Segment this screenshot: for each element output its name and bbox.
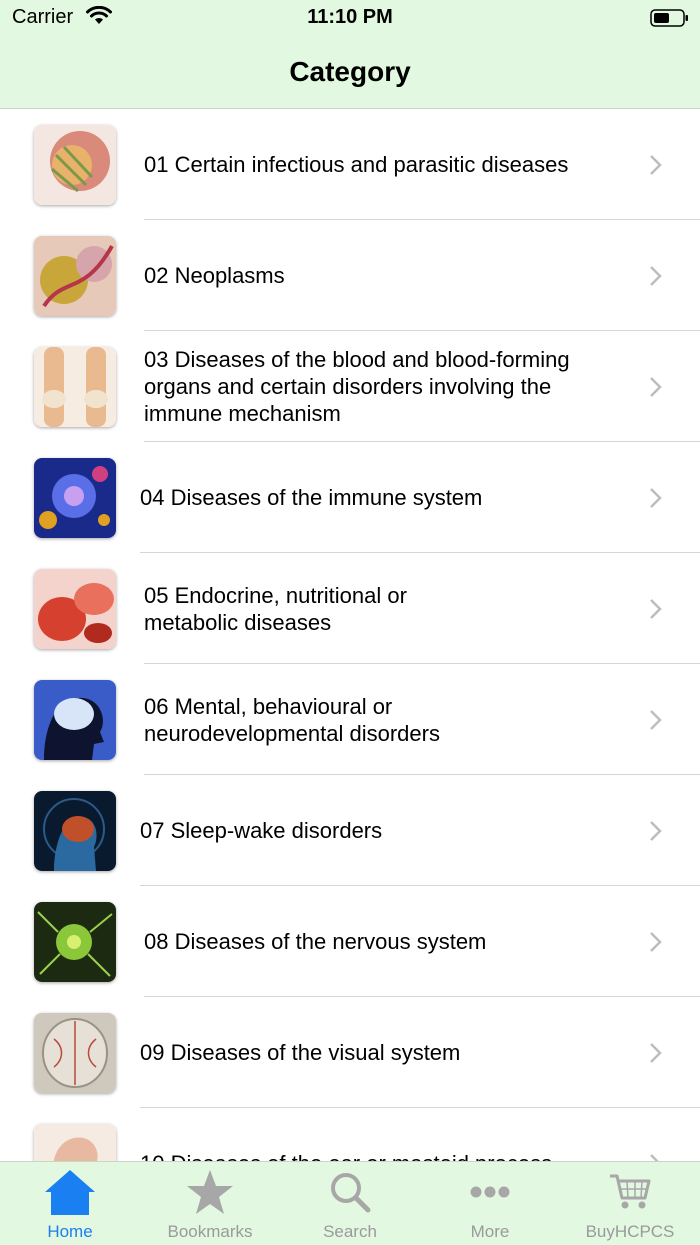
list-item[interactable]: 08 Diseases of the nervous system <box>0 886 700 997</box>
home-icon <box>0 1168 140 1216</box>
category-thumbnail <box>34 680 116 760</box>
tab-label: Home <box>47 1222 93 1241</box>
category-label: 04 Diseases of the immune system <box>140 485 483 510</box>
status-bar: Carrier 11:10 PM <box>0 0 700 36</box>
chevron-right-icon <box>648 1152 664 1161</box>
category-label: 01 Certain infectious and parasitic dise… <box>144 152 569 177</box>
page-title: Category <box>289 56 411 87</box>
tab-label: More <box>470 1222 510 1241</box>
list-item[interactable]: 07 Sleep-wake disorders <box>0 775 700 886</box>
tab-home[interactable]: Home <box>0 1162 140 1245</box>
chevron-right-icon <box>648 819 664 848</box>
category-label: 09 Diseases of the visual system <box>140 1040 461 1065</box>
category-list[interactable]: 01 Certain infectious and parasitic dise… <box>0 109 700 1161</box>
category-label: 05 Endocrine, nutritional or metabolic d… <box>144 582 407 635</box>
star-icon <box>140 1168 280 1216</box>
category-label: 03 Diseases of the blood and blood-formi… <box>144 347 570 426</box>
category-label: 06 Mental, behavioural or neurodevelopme… <box>144 693 440 746</box>
category-label: 02 Neoplasms <box>144 263 285 288</box>
chevron-right-icon <box>648 1041 664 1070</box>
chevron-right-icon <box>648 153 664 182</box>
tab-label: Search <box>323 1222 377 1241</box>
list-item[interactable]: 01 Certain infectious and parasitic dise… <box>0 109 700 220</box>
navigation-bar: Category <box>0 36 700 109</box>
list-item[interactable]: 03 Diseases of the blood and blood-formi… <box>0 331 700 442</box>
tab-more[interactable]: More <box>420 1162 560 1245</box>
chevron-right-icon <box>648 708 664 737</box>
more-dots-icon <box>420 1168 560 1216</box>
category-thumbnail <box>34 125 116 205</box>
clock: 11:10 PM <box>307 6 393 28</box>
cart-icon <box>560 1168 700 1216</box>
tab-buy[interactable]: BuyHCPCS <box>560 1162 700 1245</box>
category-label: 07 Sleep-wake disorders <box>140 818 383 843</box>
chevron-right-icon <box>648 375 664 404</box>
list-item[interactable]: 05 Endocrine, nutritional or metabolic d… <box>0 553 700 664</box>
category-label: 08 Diseases of the nervous system <box>144 929 487 954</box>
chevron-right-icon <box>648 486 664 515</box>
chevron-right-icon <box>648 264 664 293</box>
category-thumbnail <box>34 569 116 649</box>
category-thumbnail <box>34 791 116 871</box>
category-thumbnail <box>34 902 116 982</box>
category-thumbnail <box>34 347 116 427</box>
list-item[interactable]: 09 Diseases of the visual system <box>0 997 700 1108</box>
category-thumbnail <box>34 1124 116 1161</box>
category-thumbnail <box>34 236 116 316</box>
tab-label: Bookmarks <box>167 1222 253 1241</box>
chevron-right-icon <box>648 597 664 626</box>
chevron-right-icon <box>648 930 664 959</box>
list-item[interactable]: 10 Diseases of the ear or mastoid proces… <box>0 1108 700 1161</box>
search-icon <box>280 1168 420 1216</box>
category-label: 10 Diseases of the ear or mastoid proces… <box>140 1108 620 1161</box>
category-thumbnail <box>34 1013 116 1093</box>
tab-label: BuyHCPCS <box>585 1222 675 1241</box>
list-item[interactable]: 02 Neoplasms <box>0 220 700 331</box>
tab-search[interactable]: Search <box>280 1162 420 1245</box>
tab-bookmarks[interactable]: Bookmarks <box>140 1162 280 1245</box>
category-thumbnail <box>34 458 116 538</box>
battery-icon <box>650 8 690 33</box>
list-item[interactable]: 06 Mental, behavioural or neurodevelopme… <box>0 664 700 775</box>
tab-bar: Home Bookmarks Search More BuyHCPCS <box>0 1161 700 1245</box>
list-item[interactable]: 04 Diseases of the immune system <box>0 442 700 553</box>
